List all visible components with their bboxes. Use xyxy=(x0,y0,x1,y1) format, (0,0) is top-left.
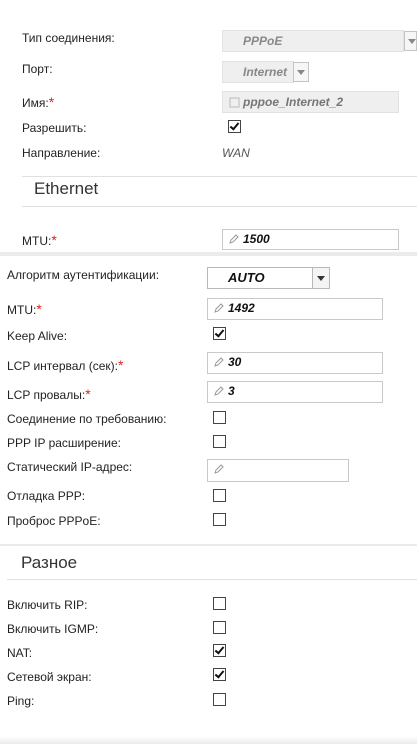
ppp-mtu-value: 1492 xyxy=(228,301,255,315)
ppp-ip-extension-checkbox[interactable] xyxy=(213,435,226,448)
direction-label: Направление: xyxy=(22,146,101,160)
connection-type-value: PPPoE xyxy=(243,34,283,48)
ethernet-mtu-value: 1500 xyxy=(243,232,270,246)
section-divider xyxy=(22,176,417,177)
nat-checkbox[interactable] xyxy=(213,644,226,657)
ppp-debug-label: Отладка PPP: xyxy=(7,489,86,503)
auth-algorithm-label: Алгоритм аутентификации: xyxy=(7,268,160,282)
lcp-fails-value: 3 xyxy=(228,384,235,398)
port-label: Порт: xyxy=(22,62,53,76)
ping-checkbox[interactable] xyxy=(213,693,226,706)
ethernet-mtu-input[interactable]: 1500 xyxy=(222,229,399,250)
chevron-down-icon xyxy=(312,268,329,288)
lcp-interval-label: LCP интервал (сек):* xyxy=(7,357,124,373)
misc-section-title: Разное xyxy=(21,553,78,572)
lcp-fails-input[interactable]: 3 xyxy=(207,381,383,403)
port-dropdown-arrow xyxy=(293,62,309,82)
pppoe-passthrough-label: Проброс PPPoE: xyxy=(7,514,101,528)
ppp-settings-panel: Алгоритм аутентификации: AUTO MTU:* 1492… xyxy=(0,256,417,544)
required-asterisk: * xyxy=(36,301,42,317)
pppoe-passthrough-checkbox[interactable] xyxy=(213,513,226,526)
misc-settings-panel: Разное Включить RIP: Включить IGMP: NAT:… xyxy=(0,546,417,744)
enable-rip-checkbox[interactable] xyxy=(213,597,226,610)
static-ip-label: Статический IP-адрес: xyxy=(7,460,133,474)
section-divider xyxy=(7,579,417,580)
panel-bottom-fade xyxy=(0,736,417,744)
enable-igmp-label: Включить IGMP: xyxy=(7,622,99,636)
ethernet-section-title: Ethernet xyxy=(34,179,99,198)
name-label: Имя:* xyxy=(22,94,55,110)
name-field: pppoe_Internet_2 xyxy=(222,91,399,113)
lcp-interval-input[interactable]: 30 xyxy=(207,352,383,374)
nat-label: NAT: xyxy=(7,646,33,660)
pencil-icon xyxy=(214,303,224,313)
connection-settings-panel: Тип соединения: PPPoE Порт: Internet Имя… xyxy=(0,0,417,252)
lcp-fails-label: LCP провалы:* xyxy=(7,386,91,402)
auth-algorithm-value: AUTO xyxy=(228,270,265,285)
ethernet-mtu-label: MTU:* xyxy=(22,232,57,248)
firewall-label: Сетевой экран: xyxy=(7,670,92,684)
ppp-debug-checkbox[interactable] xyxy=(213,489,226,502)
enable-label: Разрешить: xyxy=(22,121,87,135)
ppp-mtu-input[interactable]: 1492 xyxy=(207,298,383,320)
firewall-checkbox[interactable] xyxy=(213,668,226,681)
pencil-icon xyxy=(229,234,239,244)
on-demand-label: Соединение по требованию: xyxy=(7,412,167,426)
port-field: Internet xyxy=(222,61,294,83)
section-divider xyxy=(22,206,417,207)
direction-value: WAN xyxy=(222,146,250,160)
ping-label: Ping: xyxy=(7,694,35,708)
on-demand-checkbox[interactable] xyxy=(213,411,226,424)
enable-igmp-checkbox[interactable] xyxy=(213,621,226,634)
lcp-interval-value: 30 xyxy=(228,355,242,369)
ppp-mtu-label: MTU:* xyxy=(7,301,42,317)
static-ip-input[interactable] xyxy=(207,459,349,482)
connection-type-field: PPPoE xyxy=(222,30,404,52)
port-value: Internet xyxy=(243,65,288,79)
pencil-icon xyxy=(214,357,224,367)
pencil-icon xyxy=(214,464,224,474)
connection-type-label: Тип соединения: xyxy=(22,31,115,45)
connection-type-dropdown-arrow xyxy=(404,31,417,51)
pencil-icon xyxy=(229,97,240,108)
keepalive-checkbox[interactable] xyxy=(213,327,226,340)
name-value: pppoe_Internet_2 xyxy=(243,95,344,109)
auth-algorithm-select[interactable]: AUTO xyxy=(207,267,330,289)
pencil-icon xyxy=(214,386,224,396)
ppp-ip-extension-label: PPP IP расширение: xyxy=(7,436,121,450)
keepalive-label: Keep Alive: xyxy=(7,329,68,343)
required-asterisk: * xyxy=(118,357,124,373)
enable-checkbox[interactable] xyxy=(228,120,241,133)
required-asterisk: * xyxy=(48,94,55,110)
required-asterisk: * xyxy=(85,386,91,402)
enable-rip-label: Включить RIP: xyxy=(7,598,88,612)
required-asterisk: * xyxy=(51,232,57,248)
